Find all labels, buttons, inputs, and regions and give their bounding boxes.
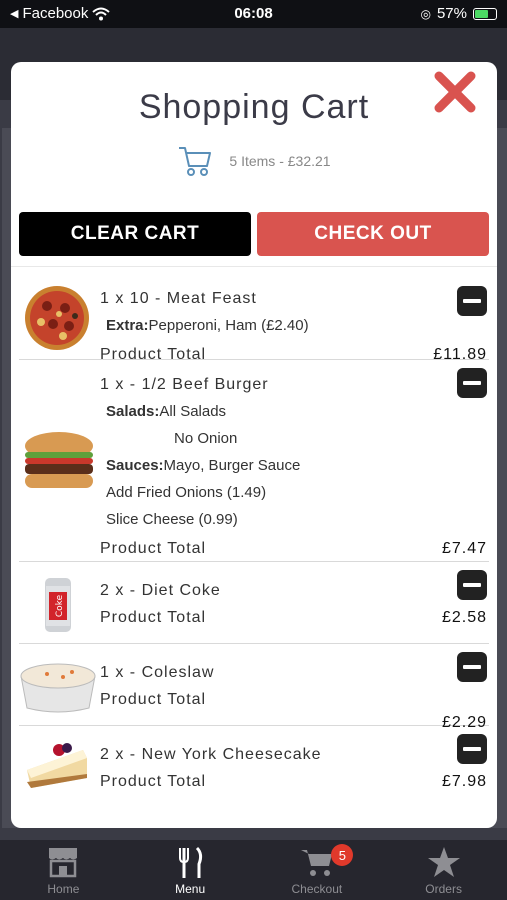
battery-icon <box>473 7 497 20</box>
cart-item: 1 x - 1/2 Beef Burger Salads:All Salads … <box>19 360 489 562</box>
product-total-label: Product Total <box>100 609 207 626</box>
divider <box>11 266 497 267</box>
bottom-nav: Home Menu 5 Checkout Orders <box>0 840 507 900</box>
extra-label: Extra: <box>106 317 149 334</box>
item-salads: Salads:All Salads <box>106 403 226 420</box>
product-total-label: Product Total <box>100 773 207 790</box>
sauces-label: Sauces: <box>106 457 164 474</box>
remove-item-button[interactable] <box>457 570 487 600</box>
product-total-value: £2.58 <box>441 609 487 626</box>
battery-percent: 57% <box>436 5 467 22</box>
nav-home[interactable]: Home <box>0 840 127 900</box>
salads-label: Salads: <box>106 403 160 420</box>
cheesecake-image <box>27 743 87 788</box>
page-title: Shopping Cart <box>138 88 370 126</box>
shopping-cart-modal: Shopping Cart 5 Items - £32.21 CLEAR CAR… <box>11 62 497 828</box>
store-icon <box>49 848 78 878</box>
item-extra: Extra:Pepperoni, Ham (£2.40) <box>106 317 309 334</box>
nav-menu[interactable]: Menu <box>127 840 254 900</box>
nav-checkout-label: Checkout <box>291 882 343 896</box>
remove-item-button[interactable] <box>457 286 487 316</box>
nav-home-label: Home <box>47 882 80 896</box>
status-bar: ◀ Facebook 06:08 ◎ 57% <box>0 0 507 28</box>
remove-item-button[interactable] <box>457 368 487 398</box>
nav-orders[interactable]: Orders <box>380 840 507 900</box>
cart-icon <box>300 850 332 876</box>
remove-item-button[interactable] <box>457 734 487 764</box>
star-icon <box>427 847 460 877</box>
sauces-value: Mayo, Burger Sauce <box>163 457 301 474</box>
checkout-button[interactable]: CHECK OUT <box>257 212 489 256</box>
cart-item: 1 x 10 - Meat Feast Extra:Pepperoni, Ham… <box>19 274 489 363</box>
cart-summary: 5 Items - £32.21 <box>11 144 497 178</box>
nav-menu-label: Menu <box>175 882 206 896</box>
extra-value: Pepperoni, Ham (£2.40) <box>148 317 309 334</box>
product-total-label: Product Total <box>100 691 207 708</box>
product-total-value: £7.47 <box>441 540 487 557</box>
product-total-label: Product Total <box>100 540 207 557</box>
coleslaw-image <box>20 663 96 713</box>
orientation-lock-icon: ◎ <box>420 6 431 21</box>
cart-count-badge: 5 <box>331 844 354 866</box>
cart-item: 1 x - Coleslaw Product Total £2.29 <box>19 644 489 731</box>
cart-summary-text: 5 Items - £32.21 <box>229 153 331 169</box>
nav-orders-label: Orders <box>425 882 462 896</box>
item-no-onion: No Onion <box>174 430 238 447</box>
burger-image <box>25 432 93 488</box>
product-total-value: £7.98 <box>441 773 487 790</box>
item-name: 1 x - Coleslaw <box>100 664 215 681</box>
cart-item: 2 x - New York Cheesecake Product Total … <box>19 726 489 808</box>
cart-icon <box>179 147 212 176</box>
clear-cart-button[interactable]: CLEAR CART <box>19 212 251 256</box>
item-addon: Slice Cheese (0.99) <box>106 511 238 528</box>
item-name: 2 x - Diet Coke <box>100 582 221 599</box>
item-name: 2 x - New York Cheesecake <box>100 746 322 763</box>
item-name: 1 x - 1/2 Beef Burger <box>100 376 269 393</box>
pizza-image <box>25 286 89 350</box>
salads-value: All Salads <box>159 403 227 420</box>
item-sauces: Sauces:Mayo, Burger Sauce <box>106 457 300 474</box>
nav-checkout[interactable]: 5 Checkout <box>254 840 381 900</box>
diet-coke-image: Coke <box>45 578 71 632</box>
cart-items-list: 1 x 10 - Meat Feast Extra:Pepperoni, Ham… <box>11 274 497 808</box>
cart-item: Coke 2 x - Diet Coke Product Total £2.58 <box>19 562 489 644</box>
item-name: 1 x 10 - Meat Feast <box>100 290 257 307</box>
item-addon: Add Fried Onions (1.49) <box>106 484 267 501</box>
cutlery-icon <box>179 846 203 878</box>
remove-item-button[interactable] <box>457 652 487 682</box>
svg-text:Coke: Coke <box>55 594 65 617</box>
